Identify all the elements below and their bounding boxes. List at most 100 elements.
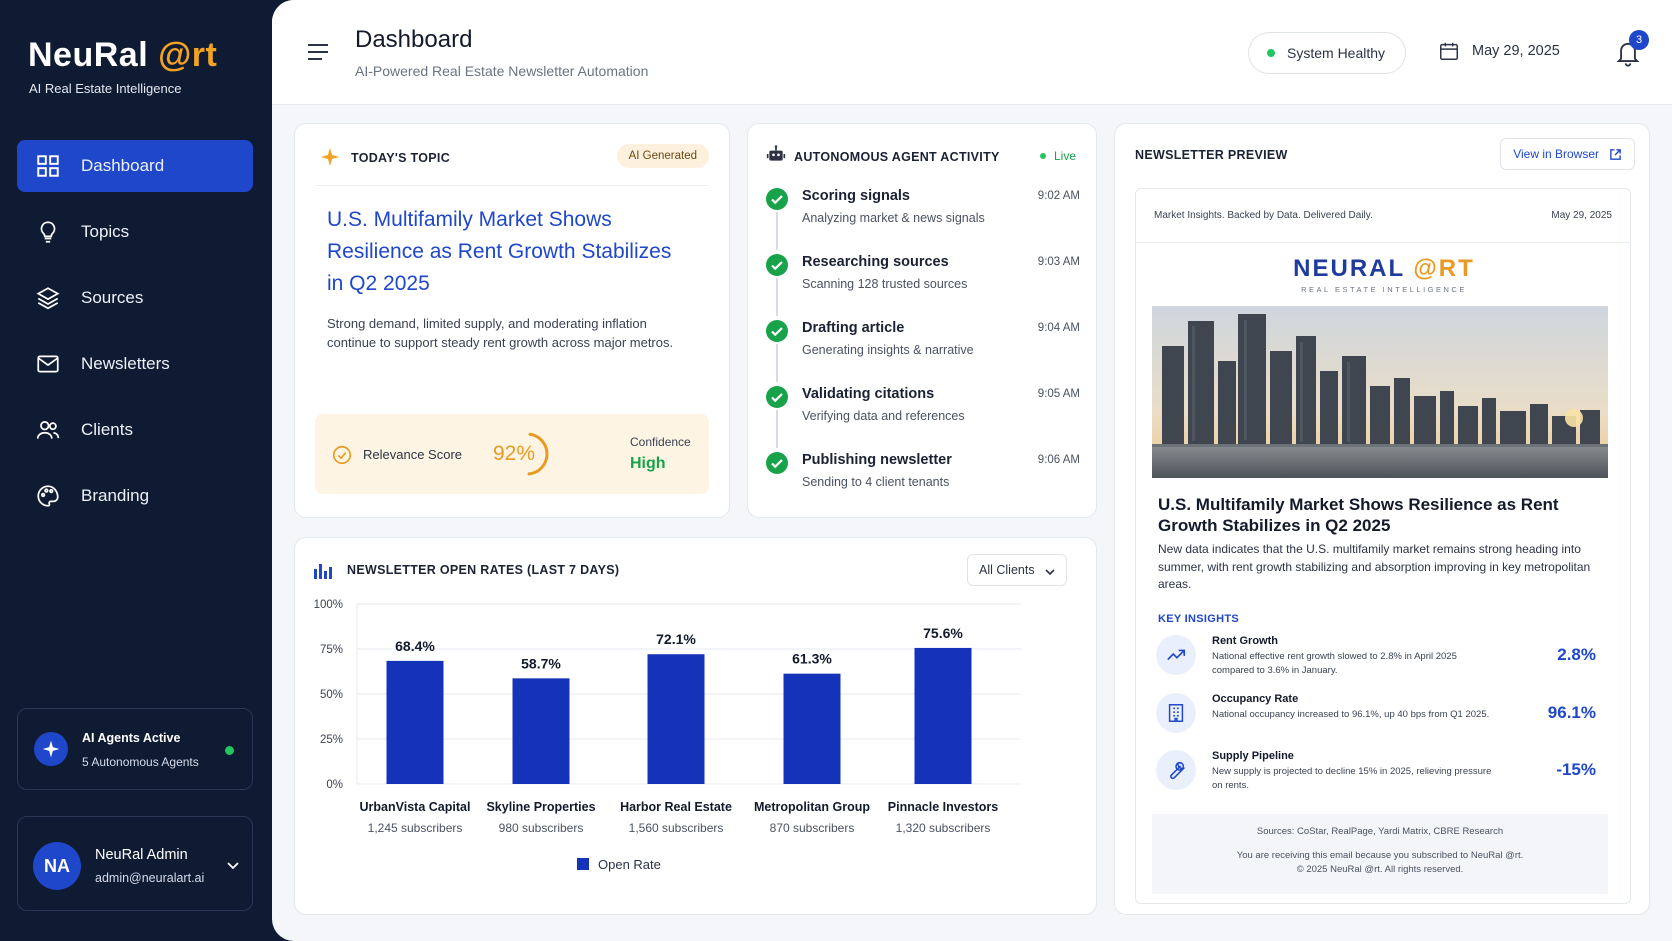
email-date: May 29, 2025: [1551, 210, 1612, 221]
divider: [1136, 242, 1630, 243]
lightbulb-icon: [40, 221, 56, 243]
x-tick-label: Harbor Real Estate: [620, 800, 732, 814]
sparkle-icon: [34, 732, 68, 766]
email-footer: Sources: CoStar, RealPage, Yardi Matrix,…: [1152, 814, 1608, 894]
step-connector: [776, 212, 778, 250]
topic-title[interactable]: U.S. Multifamily Market Shows Resilience…: [327, 204, 687, 300]
todays-topic-card: TODAY'S TOPIC AI Generated U.S. Multifam…: [294, 123, 730, 518]
x-tick-sublabel: 1,245 subscribers: [368, 821, 463, 835]
agent-step[interactable]: Publishing newsletter Sending to 4 clien…: [766, 450, 1080, 516]
bar: [783, 673, 841, 784]
email-sources: Sources: CoStar, RealPage, Yardi Matrix,…: [1256, 826, 1504, 837]
check-icon: [766, 320, 788, 342]
chevron-down-icon[interactable]: [225, 857, 241, 873]
x-tick-sublabel: 870 subscribers: [770, 821, 855, 835]
check-icon: [766, 452, 788, 474]
email-logo: NEURAL @RT: [1136, 255, 1630, 283]
sidebar-item-branding[interactable]: Branding: [17, 470, 253, 522]
email-article-body: New data indicates that the U.S. multifa…: [1158, 542, 1591, 591]
card-heading: TODAY'S TOPIC: [351, 151, 451, 165]
user-menu[interactable]: NA NeuRal Admin admin@neuralart.ai: [17, 816, 253, 911]
step-time: 9:02 AM: [1037, 190, 1080, 202]
robot-icon: [766, 145, 786, 161]
newsletter-preview-card: NEWSLETTER PREVIEW View in Browser Marke…: [1114, 123, 1650, 915]
y-tick-label: 50%: [320, 689, 343, 701]
bar: [386, 660, 444, 784]
confidence-value: High: [630, 455, 666, 472]
palette-icon: [37, 485, 59, 507]
open-rates-chart: 0% 25% 50% 75% 100% 68.4% UrbanVista Capital 1,…: [314, 599, 1021, 872]
trend-up-icon: [1156, 635, 1196, 675]
agent-step[interactable]: Researching sources Scanning 128 trusted…: [766, 252, 1080, 318]
x-tick-sublabel: 1,560 subscribers: [629, 821, 724, 835]
sidebar-item-label: Dashboard: [81, 156, 165, 175]
agent-step[interactable]: Drafting article Generating insights & n…: [766, 318, 1080, 384]
x-tick-label: Pinnacle Investors: [888, 800, 999, 814]
brand-name-accent: @rt: [158, 36, 218, 74]
step-title: Validating citations: [802, 386, 935, 402]
insight-value: 96.1%: [1547, 703, 1596, 722]
sidebar-item-label: Topics: [81, 222, 130, 241]
sidebar-item-label: Clients: [81, 420, 133, 439]
menu-icon[interactable]: [306, 41, 330, 63]
sidebar-item-label: Branding: [81, 486, 150, 505]
sidebar-item-newsletters[interactable]: Newsletters: [17, 338, 253, 390]
agents-subtitle: 5 Autonomous Agents: [82, 755, 199, 769]
step-connector: [776, 344, 778, 382]
layers-icon: [36, 287, 60, 310]
brand-name: NeuRal: [28, 36, 159, 74]
agent-step-list: Scoring signals Analyzing market & news …: [766, 186, 1080, 516]
topbar: Dashboard AI-Powered Real Estate Newslet…: [272, 0, 1672, 105]
relevance-label: Relevance Score: [363, 447, 462, 462]
bar-data-label: 68.4%: [395, 638, 435, 654]
step-time: 9:04 AM: [1037, 322, 1080, 334]
bar-data-label: 75.6%: [923, 625, 963, 641]
y-tick-label: 0%: [326, 779, 343, 791]
sidebar-item-clients[interactable]: Clients: [17, 404, 253, 456]
system-status-pill[interactable]: System Healthy: [1248, 32, 1406, 74]
email-preview[interactable]: Market Insights. Backed by Data. Deliver…: [1135, 188, 1631, 904]
insight-title: Rent Growth: [1212, 635, 1278, 647]
sidebar-item-sources[interactable]: Sources: [17, 272, 253, 324]
x-tick-sublabel: 1,320 subscribers: [896, 821, 991, 835]
bar-data-label: 61.3%: [792, 651, 832, 667]
brand-logo[interactable]: NeuRal @rt: [28, 36, 217, 75]
agents-title: AI Agents Active: [82, 731, 181, 745]
main-content: Dashboard AI-Powered Real Estate Newslet…: [272, 0, 1672, 941]
step-subtitle: Verifying data and references: [802, 409, 965, 423]
users-icon: [36, 421, 60, 439]
check-icon: [766, 188, 788, 210]
live-dot: [1039, 153, 1046, 159]
live-label: Live: [1053, 149, 1076, 163]
live-indicator: Live: [1039, 149, 1076, 163]
step-title: Scoring signals: [802, 188, 910, 204]
agent-step[interactable]: Validating citations Verifying data and …: [766, 384, 1080, 450]
current-date: May 29, 2025: [1472, 43, 1560, 59]
open-rates-chart-card: NEWSLETTER OPEN RATES (LAST 7 DAYS) All …: [294, 537, 1097, 915]
insight-description: New supply is projected to decline 15% i…: [1212, 766, 1492, 791]
agent-step[interactable]: Scoring signals Analyzing market & news …: [766, 186, 1080, 252]
grid-icon: [37, 155, 59, 177]
step-time: 9:03 AM: [1037, 256, 1080, 268]
step-title: Researching sources: [802, 254, 949, 270]
y-tick-label: 100%: [314, 599, 343, 611]
step-subtitle: Scanning 128 trusted sources: [802, 277, 968, 291]
sidebar: NeuRal @rt AI Real Estate Intelligence D…: [0, 0, 272, 941]
insight-item: Rent Growth National effective rent grow…: [1156, 635, 1612, 687]
check-icon: [766, 254, 788, 276]
check-icon: [766, 386, 788, 408]
key-insights-heading: KEY INSIGHTS: [1158, 613, 1240, 625]
insight-value: -15%: [1556, 760, 1596, 779]
bar: [914, 647, 972, 784]
step-subtitle: Sending to 4 client tenants: [802, 475, 950, 489]
sidebar-item-dashboard[interactable]: Dashboard: [17, 140, 253, 192]
email-logo-accent: @RT: [1413, 255, 1475, 282]
date-display[interactable]: May 29, 2025: [1438, 40, 1560, 62]
agents-status-card[interactable]: AI Agents Active 5 Autonomous Agents: [17, 708, 253, 790]
agents-status-dot: [225, 746, 234, 755]
sidebar-item-topics[interactable]: Topics: [17, 206, 253, 258]
view-in-browser-button[interactable]: View in Browser: [1500, 138, 1635, 170]
step-title: Drafting article: [802, 320, 905, 336]
legend-label: Open Rate: [598, 857, 661, 872]
y-tick-label: 75%: [320, 644, 343, 656]
